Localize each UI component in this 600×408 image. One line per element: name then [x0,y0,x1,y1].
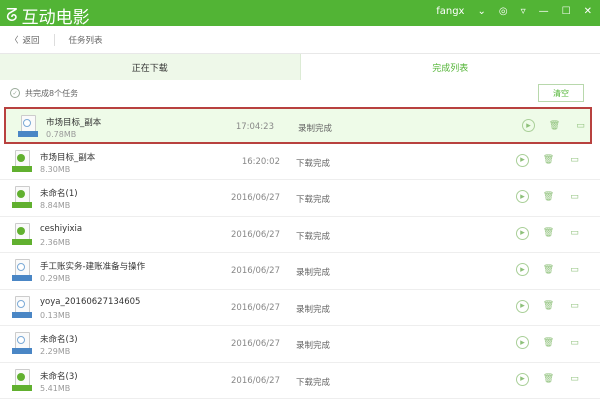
task-status: 下载完成 [296,377,331,388]
play-icon[interactable]: ▸ [516,153,529,167]
task-status: 录制完成 [296,304,331,315]
task-time: 16:20:02 [241,156,280,167]
trash-icon[interactable]: 🗑 [542,154,555,167]
trash-icon[interactable]: 🗑 [542,190,555,203]
task-name: 手工账实务-建账准备与操作 [40,262,146,272]
task-size: 0.78MB [46,130,77,139]
task-name: 未命名(1) [40,189,78,199]
trash-icon[interactable]: 🗑 [542,263,555,276]
folder-icon[interactable]: ▭ [568,154,581,167]
play-icon[interactable]: ▸ [516,336,529,349]
menu-icon[interactable]: ▿ [521,6,526,17]
task-row[interactable]: 市场目标_副本 0.78MB 17:04:23 录制完成 ▸ 🗑 ▭ [4,107,592,144]
trash-icon[interactable]: 🗑 [542,227,555,240]
task-status: 录制完成 [298,124,333,134]
play-icon[interactable]: ▸ [516,263,529,276]
folder-icon[interactable]: ▭ [568,227,581,240]
play-icon[interactable]: ▸ [522,119,535,132]
task-name: 市场目标_副本 [46,118,102,128]
minimize-button[interactable]: — [539,6,549,17]
title-bar: ᘔ 互动电影 fangx ⌄ ◎ ▿ — ☐ ✕ [0,0,600,28]
task-size: 5.41MB [40,383,71,393]
task-status: 下载完成 [296,195,331,205]
video-file-icon [12,259,32,283]
task-time: 2016/06/27 [231,229,280,240]
close-button[interactable]: ✕ [584,6,592,17]
video-file-icon [12,332,32,356]
task-time: 2016/06/27 [231,375,280,386]
trash-icon[interactable]: 🗑 [542,300,555,313]
task-row[interactable]: 未命名(1) 8.84MB 2016/06/27 下载完成 ▸ 🗑 ▭ [0,180,600,217]
task-size: 2.29MB [40,347,71,356]
trash-icon[interactable]: 🗑 [548,119,561,132]
user-menu-chevron-icon[interactable]: ⌄ [477,6,485,17]
task-time: 2016/06/27 [231,339,280,349]
back-label: 返回 [22,35,40,46]
trash-icon[interactable]: 🗑 [542,373,555,386]
divider [53,33,55,46]
video-file-icon [12,222,32,247]
task-row[interactable]: 手工账实务-建账准备与操作 0.29MB 2016/06/27 录制完成 ▸ 🗑 ▭ [0,253,600,290]
feedback-icon[interactable]: ◎ [499,6,508,17]
breadcrumb-current: 任务列表 [68,35,103,46]
play-icon[interactable]: ▸ [516,226,529,240]
task-name: 市场目标_副本 [40,152,96,163]
clear-button[interactable]: 清空 [538,84,584,102]
trash-icon[interactable]: 🗑 [542,336,555,349]
play-icon[interactable]: ▸ [516,190,529,203]
folder-icon[interactable]: ▭ [568,190,581,203]
task-name: 未命名(3) [40,335,78,345]
task-status: 录制完成 [296,341,331,351]
chevron-left-icon: 〈 [10,35,19,46]
video-file-icon [12,295,32,320]
folder-icon[interactable]: ▭ [568,373,581,386]
task-row[interactable]: ceshiyixia 2.36MB 2016/06/27 下载完成 ▸ 🗑 ▭ [0,217,600,253]
video-file-icon [12,368,32,393]
task-size: 0.13MB [40,310,71,320]
folder-icon[interactable]: ▭ [568,300,581,313]
folder-icon[interactable]: ▭ [568,263,581,276]
folder-icon[interactable]: ▭ [574,119,587,132]
task-name: ceshiyixia [40,223,83,234]
app-title: 互动电影 [21,8,90,28]
task-time: 2016/06/27 [231,302,280,313]
task-size: 0.29MB [40,274,71,283]
tab-downloading[interactable]: 正在下载 [0,54,301,80]
task-status: 下载完成 [296,158,331,169]
task-name: yoya_20160627134605 [40,296,141,307]
tab-completed[interactable]: 完成列表 [301,54,600,80]
select-all-checkbox[interactable]: ✓ [10,88,20,98]
task-row[interactable]: 未命名(3) 5.41MB 2016/06/27 下载完成 ▸ 🗑 ▭ [0,363,600,399]
task-size: 8.84MB [40,201,71,210]
task-row[interactable]: 市场目标_副本 8.30MB 16:20:02 下载完成 ▸ 🗑 ▭ [0,144,600,180]
back-button[interactable]: 〈返回 [10,34,40,46]
task-time: 2016/06/27 [231,193,280,203]
maximize-button[interactable]: ☐ [562,6,571,17]
folder-icon[interactable]: ▭ [568,336,581,349]
task-size: 8.30MB [40,164,71,174]
tab-bar: 正在下载 完成列表 [0,53,600,80]
summary-bar: ✓ 共完成8个任务 清空 [0,80,600,106]
task-status: 下载完成 [296,231,331,242]
app-logo: ᘔ 互动电影 [6,3,90,28]
task-row[interactable]: yoya_20160627134605 0.13MB 2016/06/27 录制… [0,290,600,326]
task-name: 未命名(3) [40,371,78,382]
task-time: 2016/06/27 [231,266,280,276]
video-file-icon [12,186,32,210]
task-status: 录制完成 [296,268,331,278]
summary-text: 共完成8个任务 [25,88,79,98]
play-icon[interactable]: ▸ [516,372,529,386]
task-row[interactable]: 未命名(3) 2.29MB 2016/06/27 录制完成 ▸ 🗑 ▭ [0,326,600,363]
username[interactable]: fangx [436,6,464,17]
video-file-icon [12,149,32,174]
task-list: 市场目标_副本 0.78MB 17:04:23 录制完成 ▸ 🗑 ▭ 市场目标_副本… [0,107,600,399]
breadcrumb: 〈返回 任务列表 [0,26,600,53]
logo-icon: ᘔ [6,5,18,26]
play-icon[interactable]: ▸ [516,299,529,313]
task-size: 2.36MB [40,237,71,247]
video-file-icon [18,115,38,139]
task-time: 17:04:23 [235,122,274,132]
